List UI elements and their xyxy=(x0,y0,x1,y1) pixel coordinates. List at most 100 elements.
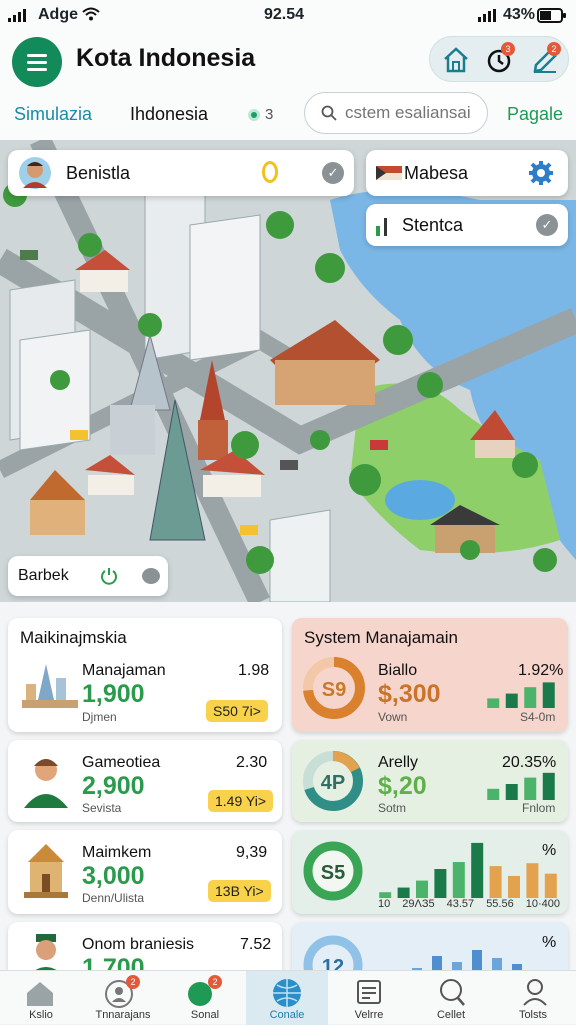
progress-ring: S5 xyxy=(303,841,363,901)
battery-percent: 43% xyxy=(503,6,536,23)
player-chip[interactable]: Benistla 0 ✓ xyxy=(8,150,354,196)
level-icon xyxy=(376,218,387,236)
item-number: 1.98 xyxy=(238,662,270,679)
person-icon xyxy=(35,934,57,970)
progress-ring: S9 xyxy=(303,657,365,719)
dashboard-panels: Maikinajmskia Manajaman 1.98 1,900 Djmen… xyxy=(0,602,576,970)
nav-label: Cellet xyxy=(436,1009,466,1021)
item-name: Gameotiea xyxy=(82,754,161,771)
region-name: Mabesa xyxy=(404,163,469,183)
item-value: 1,700 xyxy=(82,954,145,970)
chart-bar xyxy=(471,842,484,898)
nav-label: Kslio xyxy=(29,1009,53,1021)
item-footnote: Fnlom xyxy=(522,801,556,815)
check-icon[interactable]: ✓ xyxy=(536,214,558,236)
person-icon xyxy=(24,759,68,808)
item-number: 9,39 xyxy=(236,844,268,861)
online-count-value: 3 xyxy=(265,106,274,123)
status-bar: Adge 92.54 43% xyxy=(0,0,576,32)
nav-list[interactable]: Velrre xyxy=(328,971,410,1025)
list-icon xyxy=(357,980,381,1004)
nav-people[interactable]: 2 Tnnarajans xyxy=(82,971,164,1025)
tab-indonesia[interactable]: Ihdonesia xyxy=(130,104,208,125)
item-value: 1,900 xyxy=(82,680,145,708)
online-dot-icon xyxy=(248,108,260,121)
item-price-pill[interactable]: 1.49 Yi> xyxy=(208,790,273,812)
ring-label: S5 xyxy=(321,862,345,884)
gear-icon[interactable] xyxy=(528,160,554,186)
pond xyxy=(385,480,455,520)
right-card-3[interactable]: S5 % 10 29ΛЗ5 43.57 55.56 10·400 xyxy=(292,830,568,914)
check-icon[interactable]: ✓ xyxy=(322,162,344,184)
search-input[interactable] xyxy=(345,103,485,123)
item-subtitle: Vown xyxy=(378,710,408,724)
header-actions: 3 2 xyxy=(429,36,569,82)
left-card-3[interactable]: Maimkem 9,39 3,000 Denn/Ulista 13B Yi> xyxy=(8,830,282,914)
nav-social[interactable]: 2 Sonal xyxy=(164,971,246,1025)
left-card-2[interactable]: Gameotiea 2.30 2,900 Sevista 1.49 Yi> xyxy=(8,740,282,822)
mini-bar xyxy=(505,784,518,800)
menu-button[interactable] xyxy=(12,37,62,87)
blue-bar-chart xyxy=(412,950,522,970)
item-price-pill[interactable]: 13B Yi> xyxy=(208,880,271,902)
signal-icon xyxy=(8,9,26,22)
timer-button[interactable]: 3 xyxy=(484,42,516,76)
nav-profile[interactable]: Tolsts xyxy=(492,971,576,1025)
chart-bar xyxy=(489,866,502,898)
item-subtitle: Denn/Ulista xyxy=(82,891,145,905)
item-value: $,300 xyxy=(378,680,441,708)
item-name: Onom branіesis xyxy=(82,936,195,953)
left-card-4[interactable]: Onom branіesis 7.52 1,700 xyxy=(8,922,282,970)
chart-bar xyxy=(508,875,520,898)
edit-button[interactable]: 2 xyxy=(530,42,562,76)
item-percent: % xyxy=(542,934,557,951)
chart-bar xyxy=(416,880,428,898)
item-price-pill[interactable]: S50 7i> xyxy=(206,700,268,722)
nav-search[interactable]: Cellet xyxy=(410,971,492,1025)
tick-label: 10·400 xyxy=(525,898,560,910)
tab-pagale[interactable]: Pagale xyxy=(507,104,563,125)
bar-chart xyxy=(379,842,557,898)
left-card-1[interactable]: Maikinajmskia Manajaman 1.98 1,900 Djmen… xyxy=(8,618,282,732)
timer-badge: 3 xyxy=(501,42,515,56)
right-card-4[interactable]: 12 % xyxy=(292,922,568,970)
chart-bar xyxy=(397,887,410,898)
tick-label: 29ΛЗ5 xyxy=(402,898,435,910)
nav-label: Sonal xyxy=(190,1009,220,1021)
nav-badge: 2 xyxy=(126,975,140,989)
bottom-nav: Kslio 2 Tnnarajans 2 Sonal Conale Velrre xyxy=(0,970,576,1025)
item-number: 2.30 xyxy=(236,754,268,771)
item-value: 2,900 xyxy=(82,772,145,800)
profile-icon xyxy=(523,979,547,1006)
tab-simulasi[interactable]: Simulazia xyxy=(14,104,92,125)
clock: 92.54 xyxy=(264,6,305,23)
search-icon xyxy=(321,105,337,121)
item-value: $,20 xyxy=(378,772,427,800)
tick-label: 55.56 xyxy=(486,898,514,910)
carrier-label: Adge xyxy=(38,6,78,23)
right-card-1[interactable]: System Manajamain S9 Biallo 1.92% $,300 … xyxy=(292,618,568,732)
right-card-2[interactable]: 4P Arelly 20.35% $,20 Sotm Fnlom xyxy=(292,740,568,822)
city-map[interactable]: Benistla 0 ✓ Mabesa Stentca ✓ Barbek xyxy=(0,140,576,602)
chart-ticks: 10 29ΛЗ5 43.57 55.56 10·400 xyxy=(378,898,560,910)
mini-bar xyxy=(505,693,518,708)
status-chip[interactable]: Stentca ✓ xyxy=(366,204,568,246)
location-chip[interactable]: Barbek xyxy=(8,556,168,596)
home-icon xyxy=(27,982,53,1006)
home-icon[interactable] xyxy=(440,44,472,76)
item-name: Arelly xyxy=(378,754,419,771)
player-name: Benistla xyxy=(66,163,131,183)
nav-label: Velrre xyxy=(354,1009,384,1021)
nav-badge: 2 xyxy=(208,975,222,989)
nav-globe[interactable]: Conale xyxy=(246,971,328,1025)
app-header: Kota Indonesia 3 2 xyxy=(0,32,576,92)
mini-bar xyxy=(542,682,555,708)
region-chip[interactable]: Mabesa xyxy=(366,150,568,196)
nav-home[interactable]: Kslio xyxy=(0,971,82,1025)
target-icon[interactable] xyxy=(142,568,160,584)
ring-label: 12 xyxy=(322,956,344,970)
tick-label: 10 xyxy=(378,898,391,910)
online-count: 3 xyxy=(248,106,273,123)
progress-ring: 4P xyxy=(303,751,363,811)
search-box[interactable] xyxy=(304,92,488,134)
